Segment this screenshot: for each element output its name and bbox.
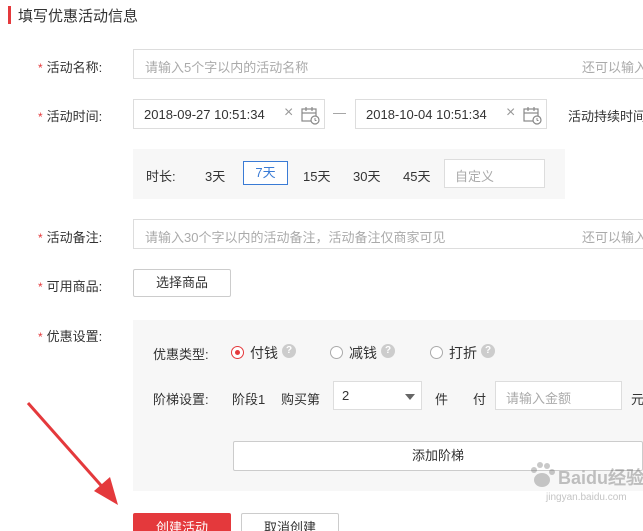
- required-mark: *: [38, 61, 43, 75]
- duration-summary-label: 活动持续时间: [568, 109, 643, 124]
- tier-stage: 阶段1: [232, 392, 266, 407]
- activity-name-placeholder: 请输入5个字以内的活动名称: [145, 60, 309, 75]
- required-mark: *: [38, 231, 43, 245]
- activity-time-label: * 活动时间:: [38, 106, 102, 125]
- radio-pay[interactable]: [231, 346, 244, 359]
- duration-panel: 时长: 3天 7天 15天 30天 45天 自定义: [133, 149, 565, 199]
- activity-name-input[interactable]: 请输入5个字以内的活动名称 还可以输入: [133, 49, 643, 79]
- activity-remark-input[interactable]: 请输入30个字以内的活动备注，活动备注仅商家可见 还可以输入: [133, 219, 643, 249]
- start-time-value: 2018-09-27 10:51:34: [144, 107, 265, 122]
- duration-option-7[interactable]: 7天: [243, 161, 288, 185]
- tier-unit: 件: [435, 392, 449, 407]
- duration-option-15[interactable]: 15天: [303, 166, 330, 185]
- activity-remark-char-hint: 还可以输入: [582, 230, 643, 245]
- cancel-create-button[interactable]: 取消创建: [241, 513, 339, 531]
- page-title: 填写优惠活动信息: [18, 8, 139, 25]
- duration-label: 时长:: [146, 169, 176, 184]
- paw-logo-icon: [531, 462, 555, 487]
- radio-reduce[interactable]: [330, 346, 343, 359]
- end-time-input[interactable]: 2018-10-04 10:51:34 ×: [355, 99, 547, 129]
- tier-buy-label: 购买第: [281, 392, 321, 407]
- required-mark: *: [38, 110, 43, 124]
- discount-type-pay[interactable]: 付钱: [250, 343, 278, 363]
- goods-label-text: 可用商品:: [46, 279, 103, 294]
- activity-name-label: * 活动名称:: [38, 57, 102, 76]
- activity-remark-label: * 活动备注:: [38, 227, 102, 246]
- calendar-icon[interactable]: [522, 105, 542, 128]
- discount-settings-label: * 优惠设置:: [38, 326, 102, 345]
- tier-quantity-value: 2: [342, 388, 350, 403]
- watermark: Baidu经验 jingyan.baidu.com: [528, 458, 643, 518]
- end-time-value: 2018-10-04 10:51:34: [366, 107, 487, 122]
- custom-duration-input[interactable]: 自定义: [444, 159, 545, 188]
- calendar-icon[interactable]: [300, 105, 320, 128]
- activity-name-label-text: 活动名称:: [46, 60, 103, 75]
- title-accent-bar: [8, 6, 11, 24]
- activity-remark-label-text: 活动备注:: [46, 230, 103, 245]
- chevron-down-icon: [405, 394, 415, 400]
- duration-option-45[interactable]: 45天: [403, 166, 430, 185]
- create-activity-button[interactable]: 创建活动: [133, 513, 231, 531]
- watermark-text: Baidu经验: [558, 468, 643, 488]
- clear-end-icon[interactable]: ×: [506, 104, 515, 122]
- custom-duration-placeholder: 自定义: [455, 169, 495, 184]
- activity-remark-placeholder: 请输入30个字以内的活动备注，活动备注仅商家可见: [145, 230, 446, 245]
- time-range-separator: —: [333, 105, 346, 120]
- annotation-arrow-icon: [26, 402, 118, 505]
- watermark-subtext: jingyan.baidu.com: [546, 492, 627, 503]
- tier-amount-placeholder: 请输入金额: [506, 391, 572, 406]
- discount-settings-label-text: 优惠设置:: [46, 329, 103, 344]
- discount-type-discount[interactable]: 打折: [449, 343, 477, 363]
- tier-amount-input[interactable]: 请输入金额: [495, 381, 622, 410]
- tier-pay-label: 付: [473, 392, 487, 407]
- discount-type-label: 优惠类型:: [153, 347, 209, 362]
- help-icon[interactable]: ?: [381, 344, 395, 358]
- tier-currency: 元: [631, 392, 643, 407]
- duration-option-30[interactable]: 30天: [353, 166, 380, 185]
- discount-type-reduce[interactable]: 减钱: [349, 343, 377, 363]
- radio-discount[interactable]: [430, 346, 443, 359]
- required-mark: *: [38, 280, 43, 294]
- select-goods-button[interactable]: 选择商品: [133, 269, 231, 297]
- tier-settings-label: 阶梯设置:: [153, 392, 209, 407]
- required-mark: *: [38, 330, 43, 344]
- goods-label: * 可用商品:: [38, 276, 102, 295]
- duration-option-3[interactable]: 3天: [205, 166, 225, 185]
- clear-start-icon[interactable]: ×: [284, 104, 293, 122]
- tier-quantity-select[interactable]: 2: [333, 381, 422, 410]
- help-icon[interactable]: ?: [481, 344, 495, 358]
- activity-time-label-text: 活动时间:: [46, 109, 103, 124]
- start-time-input[interactable]: 2018-09-27 10:51:34 ×: [133, 99, 325, 129]
- activity-name-char-hint: 还可以输入: [582, 60, 643, 75]
- help-icon[interactable]: ?: [282, 344, 296, 358]
